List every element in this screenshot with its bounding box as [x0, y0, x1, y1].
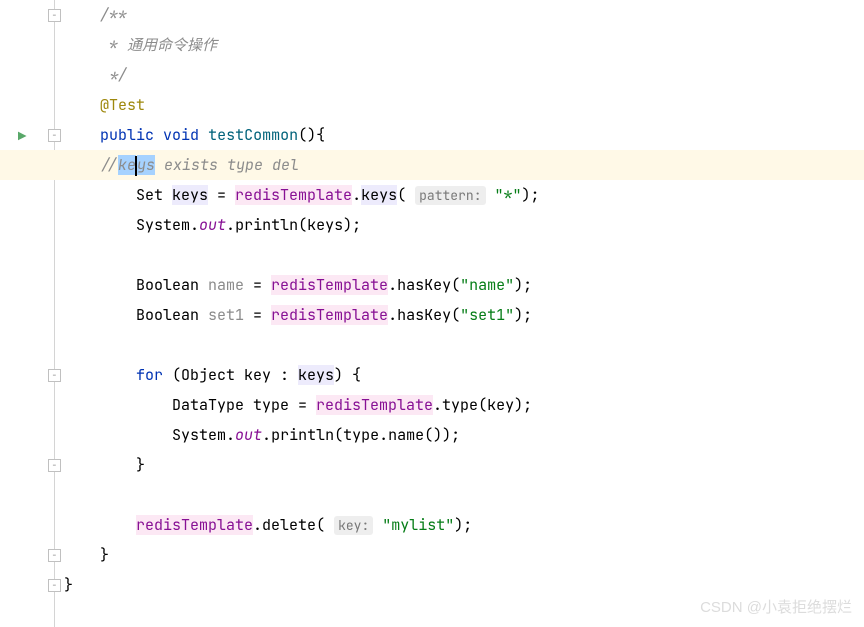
code-area[interactable]: /** * 通用命令操作 */ @Test public void testCo…: [60, 0, 864, 627]
param-hint: pattern:: [415, 186, 485, 205]
code-line-active[interactable]: //keys exists type del: [0, 150, 864, 180]
text-caret: [135, 156, 137, 176]
gutter: − ▶ − − − − −: [0, 0, 60, 627]
code-editor[interactable]: − ▶ − − − − − /** * 通用命令操作 */ @Test: [0, 0, 864, 627]
code-line[interactable]: System.out.println(keys);: [100, 210, 864, 240]
code-line[interactable]: }: [100, 540, 864, 570]
code-line[interactable]: }: [100, 450, 864, 480]
code-line[interactable]: public void testCommon(){: [100, 120, 864, 150]
watermark: CSDN @小袁拒绝摆烂: [700, 596, 852, 617]
code-line[interactable]: [100, 240, 864, 270]
param-hint: key:: [334, 516, 373, 535]
code-line[interactable]: * 通用命令操作: [100, 30, 864, 60]
text-selection: ke: [118, 155, 136, 175]
code-line[interactable]: for (Object key : keys) {: [100, 360, 864, 390]
code-line[interactable]: System.out.println(type.name());: [100, 420, 864, 450]
code-line[interactable]: /**: [100, 0, 864, 30]
run-icon[interactable]: ▶: [18, 128, 26, 146]
code-line[interactable]: [100, 480, 864, 510]
code-line[interactable]: @Test: [100, 90, 864, 120]
code-line[interactable]: Boolean set1 = redisTemplate.hasKey("set…: [100, 300, 864, 330]
code-line[interactable]: [100, 330, 864, 360]
code-line[interactable]: */: [100, 60, 864, 90]
code-line[interactable]: Boolean name = redisTemplate.hasKey("nam…: [100, 270, 864, 300]
code-line[interactable]: redisTemplate.delete( key: "mylist");: [100, 510, 864, 540]
code-line[interactable]: DataType type = redisTemplate.type(key);: [100, 390, 864, 420]
code-line[interactable]: Set keys = redisTemplate.keys( pattern: …: [100, 180, 864, 210]
